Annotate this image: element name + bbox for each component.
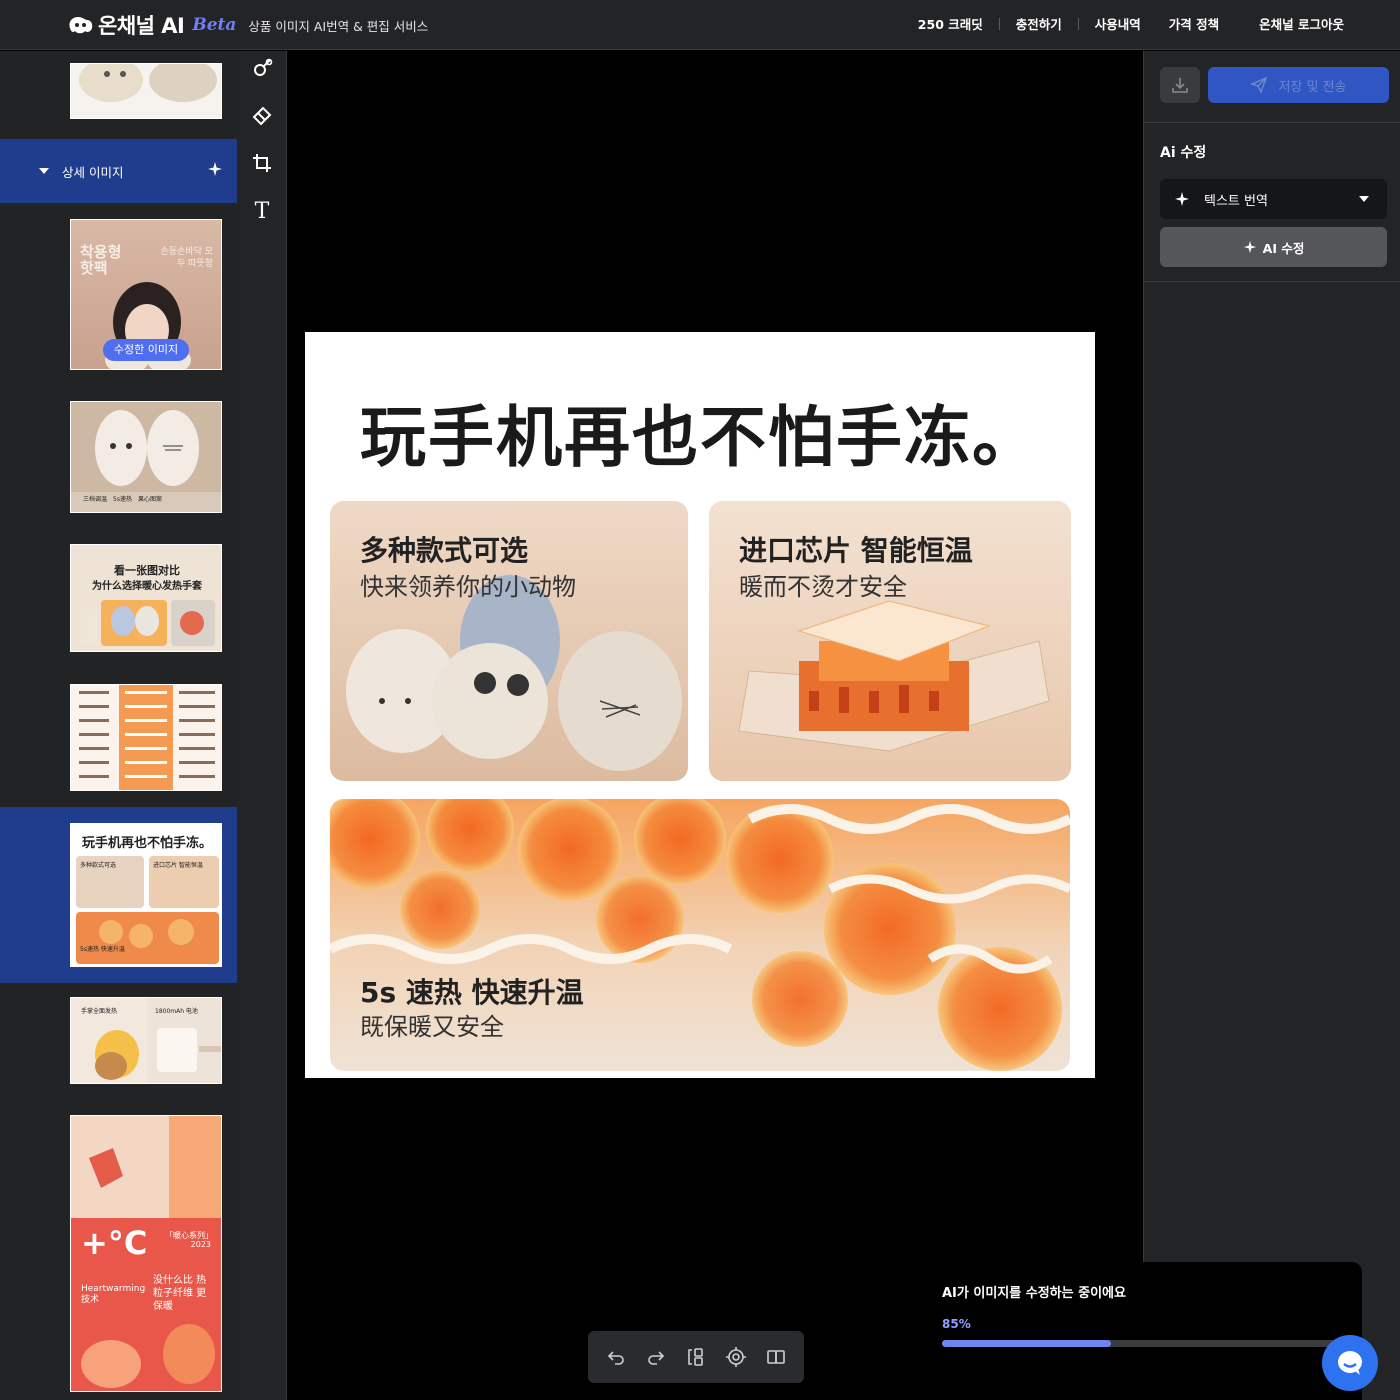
- thumb-text: 没什么比 热粒子纤维 更保暖: [153, 1275, 207, 1312]
- card-chip-subheading: 暖而不烫才安全: [739, 573, 907, 601]
- thumb-text: 多种款式可选: [80, 862, 117, 869]
- progress-bar: [942, 1340, 1340, 1347]
- save-and-send-label: 저장 및 전송: [1278, 79, 1347, 95]
- thumb-text: 1800mAh 电池: [155, 1008, 198, 1015]
- sparkle-icon[interactable]: [207, 161, 223, 177]
- thumbnail-6[interactable]: 手掌全面发热 1800mAh 电池: [70, 997, 222, 1084]
- eraser-tool-icon[interactable]: [249, 102, 275, 128]
- send-icon: [1250, 76, 1268, 94]
- compare-icon[interactable]: [765, 1346, 787, 1368]
- ai-edit-button[interactable]: AI 수정: [1160, 227, 1387, 267]
- canvas-toolbar: [588, 1331, 804, 1383]
- section-label: 상세 이미지: [62, 164, 124, 180]
- thumb-text: 2023: [190, 1240, 211, 1249]
- chat-support-button[interactable]: [1322, 1335, 1378, 1391]
- card-styles: 多种款式可选 快来领养你的小动物: [330, 501, 688, 781]
- thumb-text: 착용형 핫팩: [80, 243, 122, 277]
- credits-count: 250 크래딧: [917, 17, 983, 32]
- card-heating: 5s 速热 快速升温 既保暖又安全: [330, 799, 1070, 1071]
- divider: [1144, 122, 1400, 123]
- download-icon: [1172, 78, 1188, 93]
- thumbnail-5-selected[interactable]: 玩手机再也不怕手冻。 多种款式可选 进口芯片 智能恒温 5s速热 快速升温: [70, 823, 222, 967]
- save-and-send-button[interactable]: 저장 및 전송: [1208, 67, 1389, 103]
- target-icon[interactable]: [725, 1346, 747, 1368]
- thumbnail-panel[interactable]: 상세 이미지 착용형 핫팩 손등손바닥 모두 따뜻함 수정한 이미지 三档调温 …: [0, 51, 237, 1400]
- crop-tool-icon[interactable]: [249, 150, 275, 176]
- card-styles-subheading: 快来领养你的小动物: [360, 573, 576, 601]
- edit-mode-select[interactable]: 텍스트 번역: [1160, 179, 1387, 219]
- thumb-text: Heartwarming 技术: [81, 1284, 146, 1305]
- edit-mode-value: 텍스트 번역: [1204, 193, 1268, 209]
- thumbnail-4-image: [71, 685, 221, 790]
- top-nav: 250 크래딧 충전하기 사용내역 가격 정책 온채널 로그아웃: [918, 14, 1344, 33]
- undo-icon[interactable]: [605, 1346, 627, 1368]
- right-panel: 저장 및 전송 Ai 수정 텍스트 번역 AI 수정: [1143, 51, 1400, 1400]
- nav-usage-link[interactable]: 사용내역: [1095, 14, 1141, 33]
- thumbnail-3[interactable]: 看一张图对比 为什么选择暖心发热手套: [70, 544, 222, 652]
- top-bar: 온채널 AI Beta 상품 이미지 AI번역 & 편집 서비스 250 크래딧…: [0, 0, 1400, 50]
- nav-pricing-link[interactable]: 가격 정책: [1169, 14, 1219, 33]
- service-subtitle: 상품 이미지 AI번역 & 편집 서비스: [248, 18, 429, 34]
- artboard-image[interactable]: 玩手机再也不怕手冻。 多种款式可选 快来领养你的小动物 进口芯片 智能恒温 暖而…: [305, 332, 1095, 1078]
- sparkle-icon: [1243, 240, 1256, 254]
- thumbnail-2[interactable]: 三档调温 5s速热 果心图案: [70, 401, 222, 513]
- nav-divider: [1077, 17, 1079, 30]
- ai-edit-title: Ai 수정: [1160, 145, 1207, 161]
- sparkle-icon: [1175, 192, 1189, 206]
- logo[interactable]: 온채널 AI Beta 상품 이미지 AI번역 & 편집 서비스: [66, 10, 428, 40]
- brush-tool-icon[interactable]: [249, 55, 275, 81]
- thumbnail-1[interactable]: 착용형 핫팩 손등손바닥 모두 따뜻함 수정한 이미지: [70, 219, 222, 370]
- thumb-text: 손등손바닥 모두 따뜻함: [160, 247, 213, 269]
- nav-divider: [998, 17, 1000, 30]
- nav-logout-link[interactable]: 온채널 로그아웃: [1259, 14, 1344, 33]
- section-detail-images[interactable]: 상세 이미지: [0, 139, 237, 203]
- card-chip: 进口芯片 智能恒温 暖而不烫才安全: [709, 501, 1071, 781]
- layers-icon[interactable]: [685, 1346, 707, 1368]
- thumb-text: 手掌全面发热: [81, 1008, 118, 1015]
- card-chip-heading: 进口芯片 智能恒温: [739, 534, 973, 567]
- nav-recharge-link[interactable]: 충전하기: [1016, 14, 1062, 33]
- thumb-text: 三档调温 5s速热 果心图案: [83, 496, 162, 503]
- ai-edit-button-label: AI 수정: [1262, 240, 1305, 256]
- progress-message: AI가 이미지를 수정하는 중이에요: [942, 1286, 1126, 1301]
- progress-bar-fill: [942, 1340, 1112, 1347]
- card-heating-subheading: 既保暖又安全: [360, 1013, 504, 1041]
- thumbnail-3-image: [81, 600, 215, 646]
- progress-percent: 85%: [942, 1317, 971, 1331]
- collapse-caret-icon[interactable]: [39, 168, 49, 174]
- text-tool-icon[interactable]: T: [249, 198, 275, 224]
- logo-text: 온채널 AI: [98, 14, 185, 38]
- tool-rail: T: [237, 51, 287, 1400]
- chat-icon: [1338, 1351, 1362, 1375]
- thumbnail-0[interactable]: [70, 63, 222, 119]
- chevron-down-icon: [1359, 196, 1369, 202]
- logo-mark-icon: [69, 17, 93, 34]
- thumbnail-4[interactable]: [70, 684, 222, 791]
- edited-badge: 수정한 이미지: [103, 339, 189, 361]
- thumb-text: 5s速热 快速升温: [80, 946, 125, 953]
- download-button[interactable]: [1160, 67, 1200, 103]
- redo-icon[interactable]: [645, 1346, 667, 1368]
- thumb-text: +°C: [81, 1224, 148, 1262]
- thumb-text: 进口芯片 智能恒温: [153, 862, 203, 869]
- thumbnail-0-image: [71, 64, 221, 118]
- progress-toast: AI가 이미지를 수정하는 중이에요 85%: [920, 1262, 1362, 1400]
- beta-label: Beta: [192, 15, 237, 35]
- card-styles-heading: 多种款式可选: [360, 534, 529, 567]
- thumbnail-7[interactable]: +°C 「暖心系列」 2023 Heartwarming 技术 没什么比 热粒子…: [70, 1115, 222, 1392]
- card-heating-heading: 5s 速热 快速升温: [360, 976, 584, 1009]
- artboard-title: 玩手机再也不怕手冻。: [360, 399, 1040, 476]
- divider: [1144, 281, 1400, 282]
- editor-canvas[interactable]: 玩手机再也不怕手冻。 多种款式可选 快来领养你的小动物 进口芯片 智能恒温 暖而…: [288, 51, 1142, 1400]
